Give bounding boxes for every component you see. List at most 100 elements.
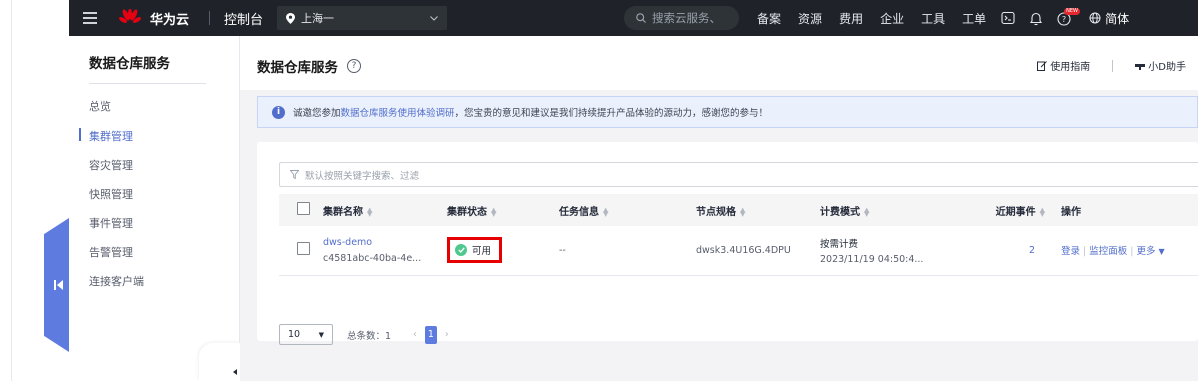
nav-tickets[interactable]: 工单	[962, 10, 986, 27]
question-icon[interactable]: ?	[347, 59, 361, 73]
col-label: 近期事件	[995, 206, 1036, 218]
top-icons: ? NEW 简体	[1001, 8, 1129, 27]
sidebar-item-alarms[interactable]: 告警管理	[89, 244, 133, 260]
active-indicator	[79, 128, 81, 141]
operations-cell: 登录 | 监控面板 | 更多 ▼	[1055, 226, 1198, 276]
top-navigation-bar: 华为云 控制台 上海一 搜索云服务、 备案 资源 费用 企业 工具 工单 ? N…	[69, 0, 1198, 36]
notice-prefix: 诚邀您参加	[293, 108, 341, 119]
col-label: 任务信息	[559, 206, 599, 218]
total-count: 总条数：1	[347, 330, 392, 342]
col-task-info[interactable]: 任务信息 ▲ ▼	[559, 194, 696, 226]
sidebar-item-events[interactable]: 事件管理	[89, 215, 133, 231]
status-label: 可用	[472, 246, 492, 258]
billing-time: 2023/11/19 04:50:4...	[820, 253, 924, 265]
row-select-cell	[279, 226, 323, 276]
globe-icon	[1089, 12, 1101, 24]
select-all-checkbox[interactable]	[297, 202, 310, 215]
header-actions: 使用指南 小D助手	[1037, 58, 1186, 73]
huawei-logo-icon	[119, 9, 141, 23]
sort-icon: ▲ ▼	[603, 205, 609, 218]
sidebar-item-connect-client[interactable]: 连接客户端	[89, 273, 144, 289]
caret-left-icon	[233, 369, 237, 375]
billing-mode: 按需计费	[820, 238, 859, 250]
nav-filing[interactable]: 备案	[757, 10, 781, 27]
col-cluster-name[interactable]: 集群名称 ▲ ▼	[323, 194, 447, 226]
language-label: 简体	[1105, 11, 1130, 26]
logo[interactable]: 华为云	[119, 9, 189, 28]
sidebar-item-snapshots[interactable]: 快照管理	[89, 186, 133, 202]
notice-suffix: ，您宝贵的意见和建议是我们持续提升产品体验的源动力，感谢您的参与！	[454, 108, 769, 119]
col-recent-events[interactable]: 近期事件 ▲ ▼	[952, 194, 1055, 226]
nav-tools[interactable]: 工具	[921, 10, 945, 27]
sidebar-item-overview[interactable]: 总览	[89, 98, 111, 114]
row-checkbox[interactable]	[297, 242, 310, 256]
col-node-spec[interactable]: 节点规格 ▲ ▼	[696, 194, 820, 226]
language-switch[interactable]: 简体	[1089, 10, 1129, 27]
divider: |	[1130, 246, 1134, 258]
menu-icon[interactable]	[83, 12, 97, 24]
top-nav-links: 备案 资源 费用 企业 工具 工单	[757, 10, 1003, 27]
survey-notice: i 诚邀您参加 数据仓库服务使用体验调研 ，您宝贵的意见和建议是我们持续提升产品…	[257, 96, 1198, 128]
region-label: 上海一	[301, 12, 335, 25]
nav-enterprise[interactable]: 企业	[880, 10, 904, 27]
collapse-icon	[54, 280, 63, 290]
prev-page-icon[interactable]: ‹	[413, 329, 417, 340]
sidebar-item-disaster-recovery[interactable]: 容灾管理	[89, 157, 133, 173]
app-root: 华为云 控制台 上海一 搜索云服务、 备案 资源 费用 企业 工具 工单 ? N…	[0, 0, 1198, 381]
terminal-icon[interactable]	[1001, 11, 1015, 25]
col-billing-mode[interactable]: 计费模式 ▲ ▼	[820, 194, 952, 226]
filter-icon	[290, 170, 299, 179]
cluster-id: c4581abc-40ba-4e...	[323, 252, 422, 264]
bell-icon[interactable]	[1029, 11, 1043, 26]
pagination: 10 ▼ 总条数：1 ‹ 1 ›	[279, 324, 449, 345]
sidebar-item-cluster-management[interactable]: 集群管理	[89, 128, 133, 144]
more-menu-link[interactable]: 更多	[1136, 246, 1155, 257]
region-select[interactable]: 上海一	[277, 6, 448, 30]
col-label: 计费模式	[820, 206, 860, 218]
col-label: 操作	[1061, 206, 1081, 218]
edit-guide-icon	[1037, 60, 1048, 71]
task-info-cell: --	[559, 226, 696, 276]
page-number[interactable]: 1	[424, 325, 437, 344]
check-circle-icon	[455, 244, 467, 257]
sidebar-collapse-toggle[interactable]	[199, 343, 240, 381]
help-icon[interactable]: ? NEW	[1057, 8, 1080, 26]
brand-name: 华为云	[150, 12, 190, 28]
login-link[interactable]: 登录	[1061, 246, 1080, 257]
sort-icon: ▲ ▼	[740, 205, 746, 218]
caret-down-icon: ▼	[318, 330, 324, 339]
caret-down-icon[interactable]: ▼	[1158, 247, 1164, 256]
sort-icon: ▲ ▼	[1039, 205, 1045, 218]
assistant-link[interactable]: 小D助手	[1148, 58, 1186, 73]
page-size-select[interactable]: 10 ▼	[279, 324, 333, 345]
survey-link[interactable]: 数据仓库服务使用体验调研	[341, 105, 455, 119]
cluster-list-card: 默认按照关键字搜索、过滤 集群名称 ▲ ▼ 集群状态 ▲ ▼ 任务信息 ▲ ▼ 节点规格 ▲ ▼…	[257, 142, 1198, 345]
page-size-value: 10	[288, 329, 301, 340]
page-title-wrap: 数据仓库服务 ?	[257, 56, 361, 76]
filter-placeholder: 默认按照关键字搜索、过滤	[305, 170, 420, 182]
search-icon	[636, 13, 646, 23]
status-badge: 可用	[447, 237, 503, 264]
user-guide-link[interactable]: 使用指南	[1050, 58, 1090, 73]
col-operations: 操作	[1055, 194, 1198, 226]
console-link[interactable]: 控制台	[224, 9, 263, 28]
cluster-name-link[interactable]: dws-demo	[323, 237, 447, 248]
nav-resources[interactable]: 资源	[798, 10, 822, 27]
cluster-status-cell: 可用	[447, 226, 559, 276]
collapse-panel-tab[interactable]	[44, 218, 69, 352]
page-header: 数据仓库服务 ? 使用指南 小D助手	[240, 36, 1198, 90]
recent-events-link[interactable]: 2	[952, 226, 1055, 276]
left-strip	[0, 0, 69, 381]
sidebar: 数据仓库服务 总览 集群管理 容灾管理 快照管理 事件管理 告警管理 连接客户端	[69, 36, 240, 381]
table-header-row: 集群名称 ▲ ▼ 集群状态 ▲ ▼ 任务信息 ▲ ▼ 节点规格 ▲ ▼ 计费模式 ▲ ▼ 近期事件 ▲…	[279, 194, 1198, 226]
search-filter-input[interactable]: 默认按照关键字搜索、过滤	[279, 162, 1198, 187]
chevron-down-icon	[430, 15, 438, 21]
col-label: 集群状态	[447, 206, 487, 218]
col-cluster-status[interactable]: 集群状态 ▲ ▼	[447, 194, 559, 226]
new-badge: NEW	[1064, 8, 1080, 15]
next-page-icon[interactable]: ›	[445, 329, 449, 340]
service-search-input[interactable]: 搜索云服务、	[624, 6, 740, 30]
nav-billing[interactable]: 费用	[839, 10, 863, 27]
divider: |	[1083, 246, 1087, 258]
monitoring-panel-link[interactable]: 监控面板	[1089, 246, 1127, 257]
